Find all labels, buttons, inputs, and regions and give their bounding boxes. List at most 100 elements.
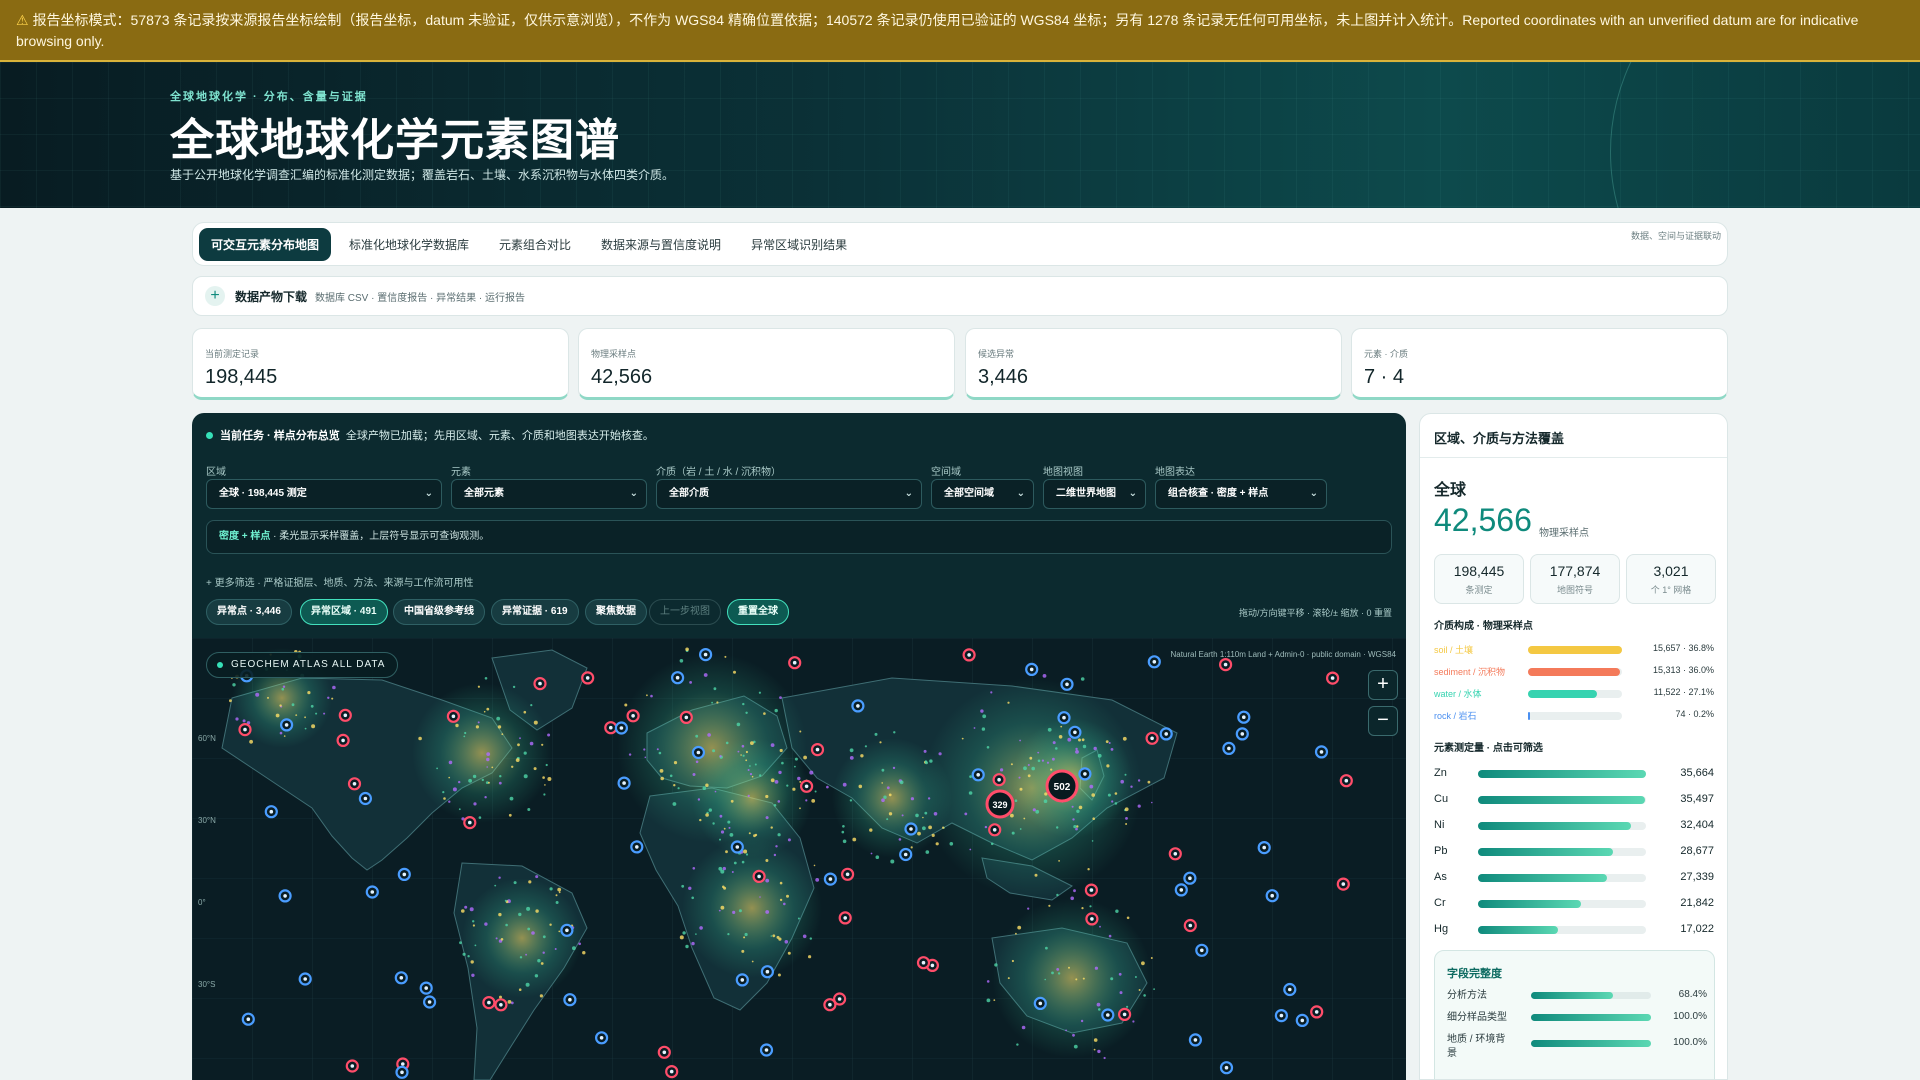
sample-dot: [481, 778, 484, 782]
chip-anomaly-points[interactable]: 异常点 · 3,446: [206, 599, 292, 625]
sample-dot: [1010, 763, 1013, 766]
tab-anomaly-results[interactable]: 异常区域识别结果: [739, 228, 859, 261]
sample-dot: [1080, 677, 1085, 681]
sample-dot: [331, 697, 334, 700]
sample-dot: [864, 745, 868, 748]
sample-dot: [1118, 972, 1122, 976]
sample-dot: [523, 751, 527, 755]
sample-dot: [808, 955, 812, 959]
marker-center-dot: [1083, 772, 1087, 776]
sample-dot: [1099, 925, 1101, 928]
marker-center-dot: [1240, 732, 1245, 736]
sample-dot: [786, 894, 789, 898]
element-select[interactable]: 全部元素 ⌄: [451, 479, 647, 509]
sample-dot: [458, 780, 461, 784]
map-controls-hint: 拖动/方向键平移 · 滚轮/± 缩放 · 0 重置: [1239, 608, 1392, 618]
element-row-zn[interactable]: Zn 35,664: [1434, 766, 1714, 782]
element-row-pb[interactable]: Pb 28,677: [1434, 844, 1714, 860]
sample-dot: [741, 860, 745, 864]
marker-center-dot: [246, 1017, 251, 1021]
sample-dot: [811, 799, 816, 803]
sample-dot: [1153, 988, 1155, 990]
expand-plus-icon[interactable]: +: [205, 286, 225, 306]
sample-dot: [1096, 1002, 1101, 1007]
sample-dot: [703, 673, 708, 677]
sample-dot: [448, 776, 451, 779]
element-symbol: As: [1434, 871, 1447, 883]
marker-center-dot: [350, 1064, 355, 1068]
marker-center-dot: [1179, 888, 1184, 892]
sample-dot: [765, 816, 769, 820]
stat-card-measurements: 当前测定记录 198,445: [192, 328, 569, 400]
chip-previous-view[interactable]: 上一步视图: [649, 599, 721, 625]
chip-focus-data[interactable]: 聚焦数据: [585, 599, 647, 625]
sample-dot: [656, 748, 659, 751]
coverage-panel: 区域、介质与方法覆盖 全球 42,566 物理采样点 198,445 条测定 1…: [1419, 413, 1728, 1080]
element-row-cr[interactable]: Cr 21,842: [1434, 896, 1714, 912]
marker-center-dot: [619, 726, 624, 730]
element-bar-track: [1478, 822, 1646, 830]
zoom-in-button[interactable]: +: [1368, 670, 1398, 700]
sample-dot: [1108, 934, 1112, 938]
sample-dot: [765, 859, 769, 862]
region-select[interactable]: 全球 · 198,445 测定 ⌄: [206, 479, 442, 509]
zoom-out-button[interactable]: −: [1368, 706, 1398, 736]
sample-dot: [727, 933, 730, 936]
sample-dot: [728, 826, 731, 829]
sample-dot: [1027, 764, 1030, 766]
element-row-hg[interactable]: Hg 17,022: [1434, 922, 1714, 938]
chip-anomaly-evidence[interactable]: 异常证据 · 619: [491, 599, 579, 625]
sample-dot: [727, 820, 731, 824]
sample-dot: [484, 796, 487, 799]
sample-dot: [809, 937, 812, 940]
marker-center-dot: [703, 652, 708, 657]
spatial-select[interactable]: 全部空间域 ⌄: [931, 479, 1034, 509]
sample-dot: [1143, 994, 1146, 997]
marker-center-dot: [735, 845, 740, 849]
sample-dot: [713, 687, 717, 691]
element-row-as[interactable]: As 27,339: [1434, 870, 1714, 886]
sample-dot: [323, 712, 326, 715]
sample-dot: [702, 786, 707, 790]
chip-anomaly-regions[interactable]: 异常区域 · 491: [300, 599, 388, 625]
sample-dot: [740, 754, 742, 756]
map-canvas[interactable]: 502 329: [192, 638, 1406, 1080]
marker-center-dot: [740, 978, 745, 982]
sample-dot: [494, 884, 497, 887]
chip-reset-global[interactable]: 重置全球: [727, 599, 789, 625]
sample-dot: [695, 734, 699, 738]
sample-dot: [763, 712, 766, 715]
sample-dot: [1035, 809, 1040, 814]
sample-dot: [1071, 805, 1074, 808]
sample-dot: [949, 842, 954, 846]
sample-dot: [1124, 807, 1129, 812]
more-filters-toggle[interactable]: + 更多筛选 · 严格证据层、地质、方法、来源与工作流可用性: [206, 574, 474, 589]
sample-dot: [1110, 977, 1114, 981]
tab-element-comparison[interactable]: 元素组合对比: [487, 228, 583, 261]
media-value: 15,313 · 36.0%: [1652, 665, 1714, 675]
world-map[interactable]: 502 329 GEOCHEM ATLAS ALL DATA Natural E…: [192, 638, 1406, 1080]
element-row-ni[interactable]: Ni 32,404: [1434, 818, 1714, 834]
sample-dot: [1111, 800, 1114, 803]
sample-dot: [315, 712, 318, 715]
sample-dot: [765, 910, 770, 914]
sample-dot: [984, 825, 988, 829]
sample-dot: [968, 791, 973, 795]
downloads-bar[interactable]: + 数据产物下载 数据库 CSV · 置信度报告 · 异常结果 · 运行报告: [192, 276, 1728, 316]
tab-interactive-map[interactable]: 可交互元素分布地图: [199, 227, 332, 261]
marker-center-dot: [399, 976, 404, 980]
sample-dot: [472, 924, 475, 927]
sample-dot: [770, 778, 775, 783]
view-select[interactable]: 二维世界地图 ⌄: [1043, 479, 1146, 509]
sample-dot: [870, 852, 873, 855]
sample-dot: [1045, 946, 1048, 950]
element-row-cu[interactable]: Cu 35,497: [1434, 792, 1714, 808]
medium-select[interactable]: 全部介质 ⌄: [656, 479, 922, 509]
tab-database[interactable]: 标准化地球化学数据库: [337, 228, 481, 261]
sample-dot: [1007, 701, 1010, 704]
tab-sources-confidence[interactable]: 数据来源与置信度说明: [589, 228, 733, 261]
element-symbol: Cu: [1434, 793, 1449, 805]
chip-china-provinces[interactable]: 中国省级参考线: [393, 599, 485, 625]
sample-dot: [842, 782, 847, 787]
display-select[interactable]: 组合核查 · 密度 + 样点 ⌄: [1155, 479, 1327, 509]
